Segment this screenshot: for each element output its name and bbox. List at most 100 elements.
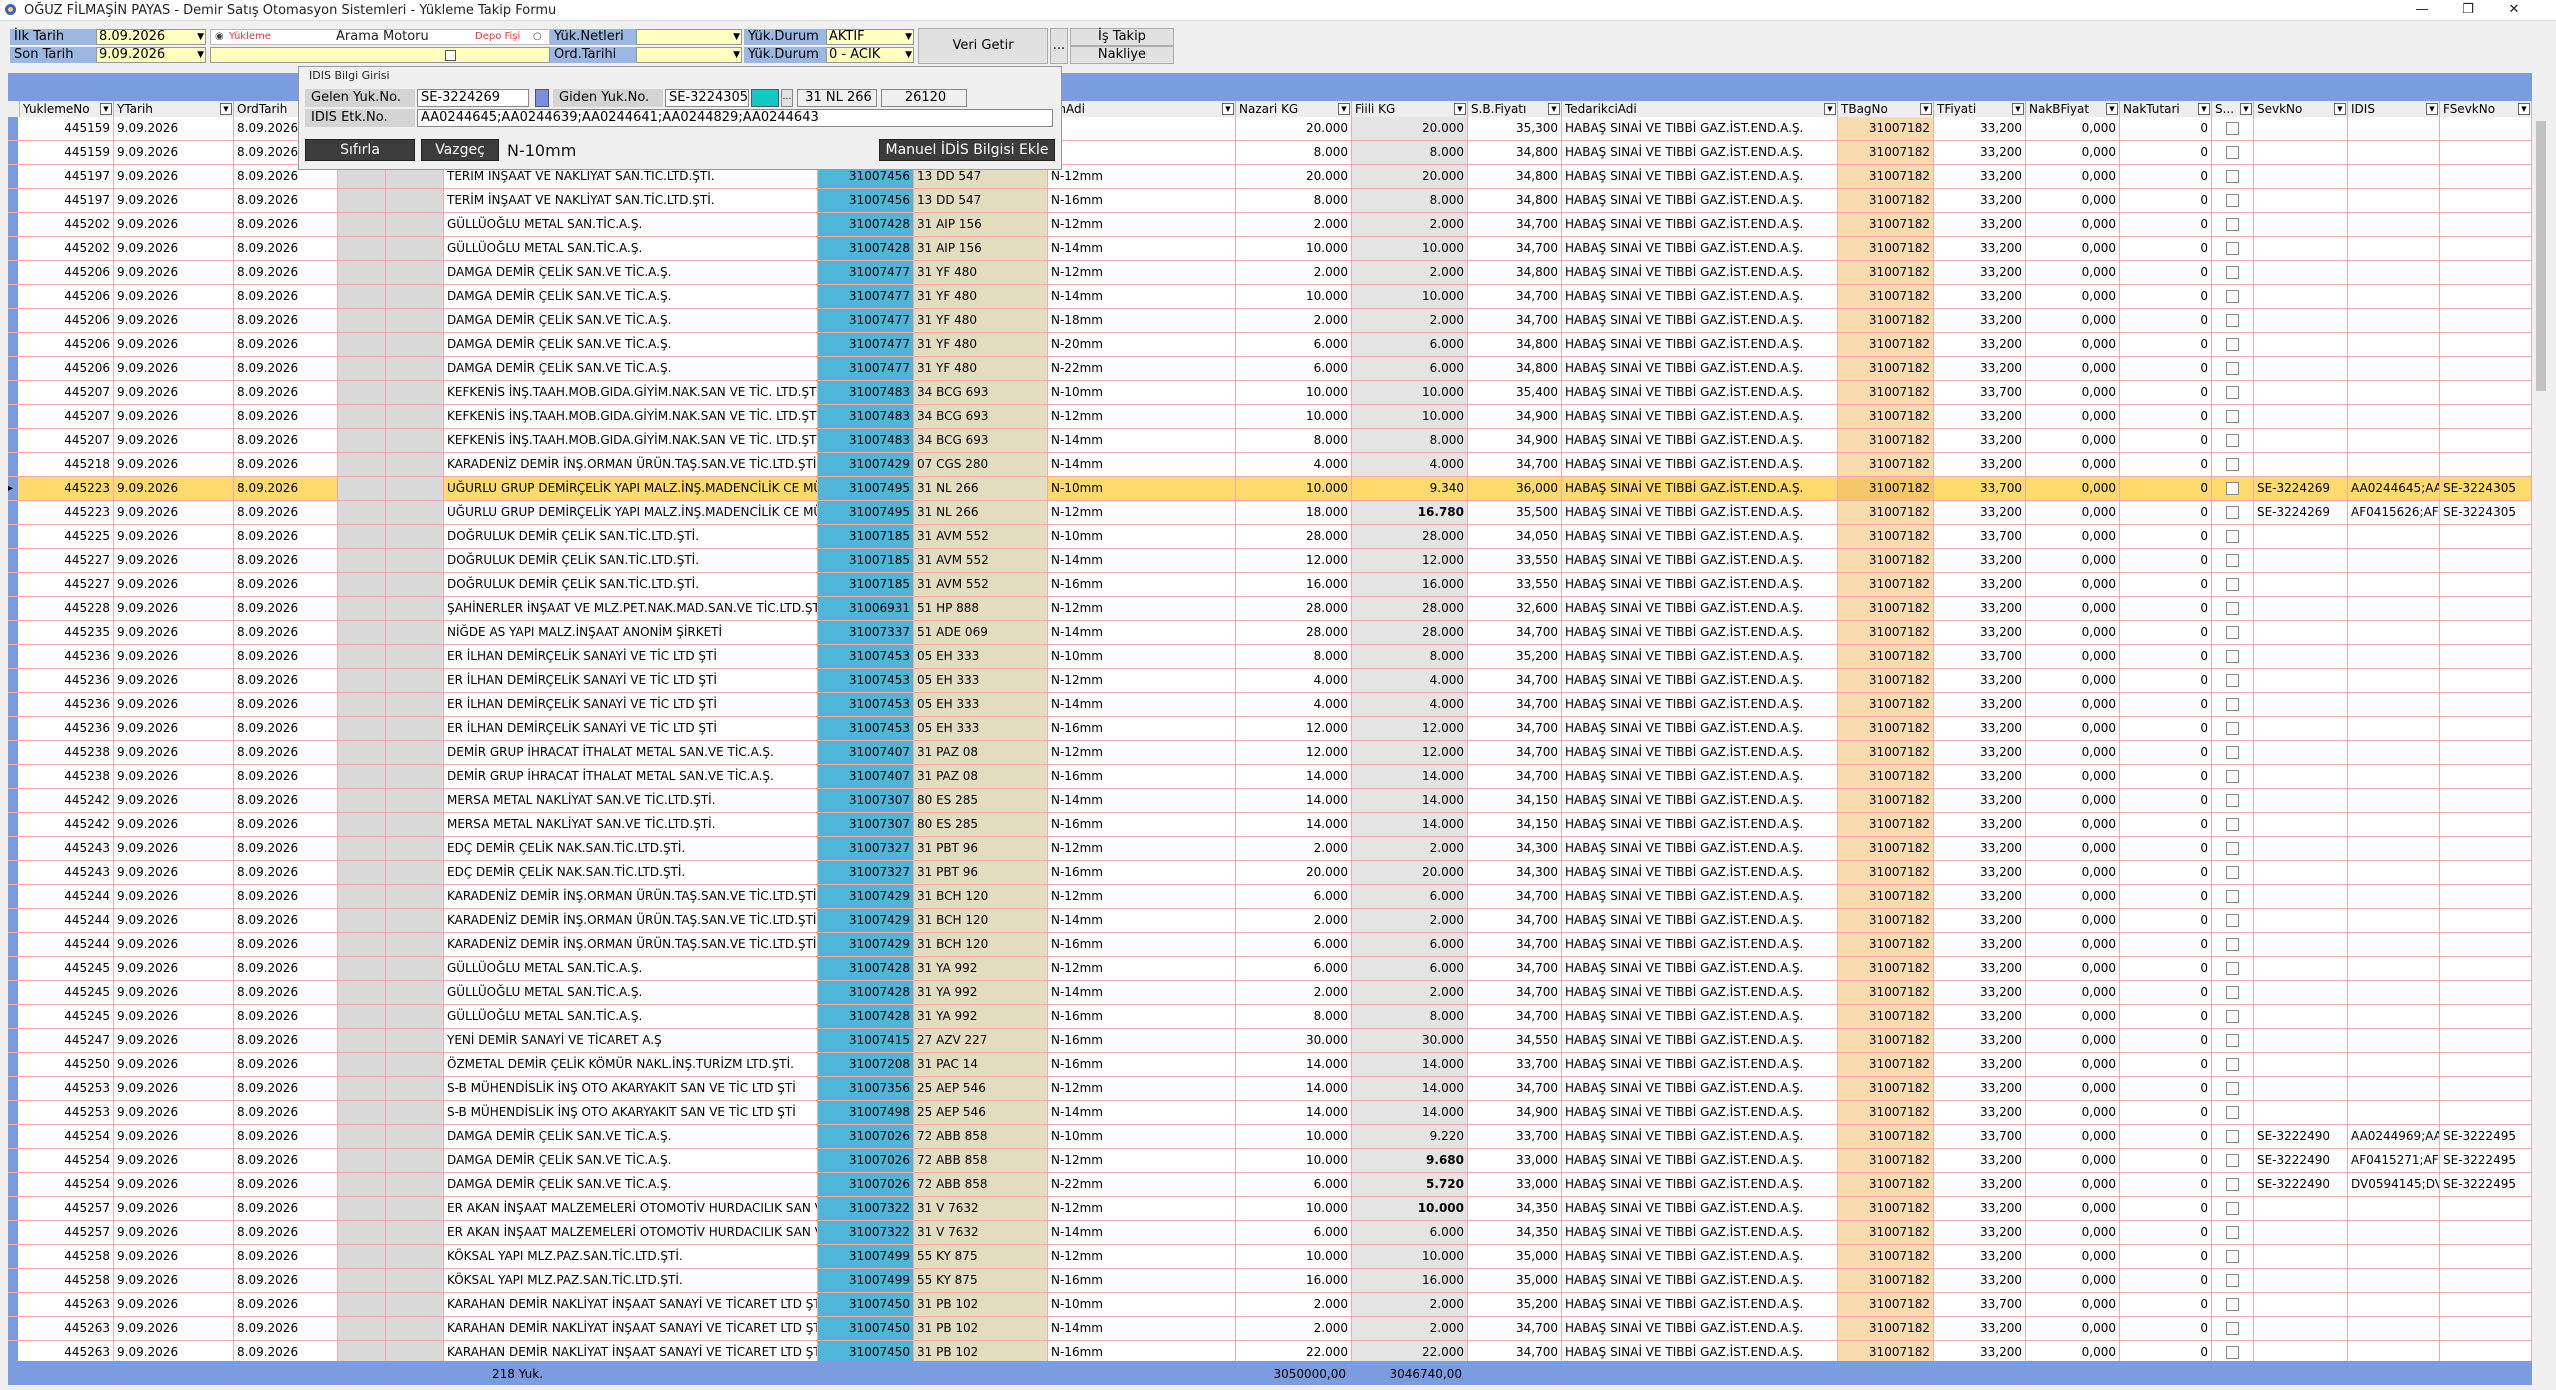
cell-sb-fiyat[interactable]: 34,700 (1468, 765, 1562, 788)
cell-sb-fiyat[interactable]: 34,800 (1468, 141, 1562, 164)
cell-sb-fiyat[interactable]: 34,150 (1468, 789, 1562, 812)
cell-plaka[interactable]: 31 PAC 14 (914, 1053, 1048, 1076)
cell-tfiyat[interactable]: 33,200 (1934, 837, 2026, 860)
cell-siparis[interactable]: 31007026 (818, 1149, 914, 1172)
row-checkbox[interactable] (2226, 1298, 2239, 1311)
cell-plaka[interactable]: 31 BCH 120 (914, 885, 1048, 908)
row-indicator[interactable] (8, 1221, 18, 1244)
cell-siparis[interactable]: 31007185 (818, 573, 914, 596)
table-row[interactable]: 445206 9.09.2026 8.09.2026 DAMGA DEMİR ÇELİ… (8, 261, 2532, 285)
cell-siparis[interactable]: 31007428 (818, 1005, 914, 1028)
cell-yukleme-no[interactable]: 445227 (20, 573, 114, 596)
cell-s-check[interactable] (2212, 741, 2254, 764)
row-checkbox[interactable] (2226, 506, 2239, 519)
cell-fiili-kg[interactable]: 9.680 (1352, 1149, 1468, 1172)
cell-plaka[interactable]: 27 AZV 227 (914, 1029, 1048, 1052)
cell-col5[interactable] (386, 1005, 444, 1028)
cell-fsevk-no[interactable] (2440, 309, 2532, 332)
cell-musteri[interactable]: KARAHAN DEMİR NAKLİYAT İNŞAAT SANAYİ VE … (444, 1293, 818, 1316)
cell-col4[interactable] (338, 1173, 386, 1196)
cell-musteri[interactable]: UĞURLU GRUP DEMİRÇELİK YAPI MALZ.İNŞ.MAD… (444, 477, 818, 500)
cell-tedarikci[interactable]: HABAŞ SINAİ VE TIBBİ GAZ.İST.END.A.Ş. (1562, 981, 1838, 1004)
cell-sevk-no[interactable] (2254, 1293, 2348, 1316)
cell-urun[interactable]: N-16mm (1048, 1269, 1236, 1292)
cell-sb-fiyat[interactable]: 35,200 (1468, 645, 1562, 668)
cell-col4[interactable] (338, 957, 386, 980)
filter-icon[interactable]: ▼ (1222, 103, 1234, 115)
cell-ord-tarih[interactable]: 8.09.2026 (234, 285, 338, 308)
cell-tfiyat[interactable]: 33,200 (1934, 357, 2026, 380)
row-indicator[interactable] (8, 981, 18, 1004)
table-row[interactable]: 445243 9.09.2026 8.09.2026 EDÇ DEMİR ÇELİK … (8, 861, 2532, 885)
cell-ytarih[interactable]: 9.09.2026 (114, 981, 234, 1004)
table-row[interactable]: 445197 9.09.2026 8.09.2026 TERİM İNŞAAT VE … (8, 189, 2532, 213)
cell-ord-tarih[interactable]: 8.09.2026 (234, 621, 338, 644)
table-row[interactable]: 445245 9.09.2026 8.09.2026 GÜLLÜOĞLU METAL … (8, 1005, 2532, 1029)
cell-fsevk-no[interactable] (2440, 1293, 2532, 1316)
cell-fiili-kg[interactable]: 4.000 (1352, 693, 1468, 716)
cell-musteri[interactable]: ER İLHAN DEMİRÇELİK SANAYİ VE TİC LTD ŞT… (444, 693, 818, 716)
cell-nakb-fiyat[interactable]: 0,000 (2026, 837, 2120, 860)
cell-tfiyat[interactable]: 33,200 (1934, 1197, 2026, 1220)
cell-sb-fiyat[interactable]: 34,800 (1468, 333, 1562, 356)
cell-musteri[interactable]: KÖKSAL YAPI MLZ.PAZ.SAN.TİC.LTD.ŞTİ. (444, 1269, 818, 1292)
cell-siparis[interactable]: 31007483 (818, 405, 914, 428)
row-checkbox[interactable] (2226, 890, 2239, 903)
row-indicator[interactable] (8, 1077, 18, 1100)
table-row[interactable]: 445202 9.09.2026 8.09.2026 GÜLLÜOĞLU METAL … (8, 213, 2532, 237)
cell-s-check[interactable] (2212, 693, 2254, 716)
cell-urun[interactable]: N-16mm (1048, 1029, 1236, 1052)
cell-tedarikci[interactable]: HABAŞ SINAİ VE TIBBİ GAZ.İST.END.A.Ş. (1562, 1173, 1838, 1196)
cell-nazari-kg[interactable]: 4.000 (1236, 693, 1352, 716)
cell-col4[interactable] (338, 1269, 386, 1292)
giden-more-button[interactable]: … (781, 89, 793, 107)
row-checkbox[interactable] (2226, 866, 2239, 879)
yuk-durum2-select[interactable]: 0 - ACIK ▼ (826, 47, 914, 63)
cell-ord-tarih[interactable]: 8.09.2026 (234, 1005, 338, 1028)
cell-fiili-kg[interactable]: 8.000 (1352, 141, 1468, 164)
row-checkbox[interactable] (2226, 266, 2239, 279)
cell-ord-tarih[interactable]: 8.09.2026 (234, 765, 338, 788)
cell-sevk-no[interactable] (2254, 573, 2348, 596)
cell-nak-tutari[interactable]: 0 (2120, 453, 2212, 476)
cell-nak-tutari[interactable]: 0 (2120, 837, 2212, 860)
cell-ytarih[interactable]: 9.09.2026 (114, 165, 234, 188)
row-checkbox[interactable] (2226, 842, 2239, 855)
cell-plaka[interactable]: 31 YF 480 (914, 261, 1048, 284)
cell-tedarikci[interactable]: HABAŞ SINAİ VE TIBBİ GAZ.İST.END.A.Ş. (1562, 333, 1838, 356)
cell-nak-tutari[interactable]: 0 (2120, 717, 2212, 740)
cell-urun[interactable]: N-14mm (1048, 909, 1236, 932)
cell-fsevk-no[interactable]: SE-3222495 (2440, 1125, 2532, 1148)
cell-nakb-fiyat[interactable]: 0,000 (2026, 381, 2120, 404)
cell-yukleme-no[interactable]: 445263 (20, 1293, 114, 1316)
cell-plaka[interactable]: 80 ES 285 (914, 789, 1048, 812)
cell-siparis[interactable]: 31007456 (818, 189, 914, 212)
cell-nak-tutari[interactable]: 0 (2120, 933, 2212, 956)
cell-plaka[interactable]: 07 CGS 280 (914, 453, 1048, 476)
cell-musteri[interactable]: KARADENİZ DEMİR İNŞ.ORMAN ÜRÜN.TAŞ.SAN.V… (444, 933, 818, 956)
giden-lookup-button[interactable] (751, 89, 779, 107)
cell-col4[interactable] (338, 525, 386, 548)
cell-fsevk-no[interactable] (2440, 381, 2532, 404)
cell-fsevk-no[interactable] (2440, 525, 2532, 548)
cell-sevk-no[interactable] (2254, 1053, 2348, 1076)
cell-nakb-fiyat[interactable]: 0,000 (2026, 669, 2120, 692)
cell-col4[interactable] (338, 1317, 386, 1340)
cell-fsevk-no[interactable] (2440, 549, 2532, 572)
cell-yukleme-no[interactable]: 445236 (20, 693, 114, 716)
cell-idis[interactable] (2348, 309, 2440, 332)
cell-urun[interactable]: N-14mm (1048, 453, 1236, 476)
cell-tbag-no[interactable]: 31007182 (1838, 285, 1934, 308)
cell-ord-tarih[interactable]: 8.09.2026 (234, 549, 338, 572)
cell-sevk-no[interactable] (2254, 813, 2348, 836)
cell-musteri[interactable]: DAMGA DEMİR ÇELİK SAN.VE TİC.A.Ş. (444, 261, 818, 284)
cell-ord-tarih[interactable]: 8.09.2026 (234, 837, 338, 860)
cell-musteri[interactable]: KARAHAN DEMİR NAKLİYAT İNŞAAT SANAYİ VE … (444, 1341, 818, 1361)
cell-col4[interactable] (338, 1125, 386, 1148)
cell-ord-tarih[interactable]: 8.09.2026 (234, 381, 338, 404)
cell-ytarih[interactable]: 9.09.2026 (114, 237, 234, 260)
cell-siparis[interactable]: 31007337 (818, 621, 914, 644)
cell-col5[interactable] (386, 525, 444, 548)
cell-col4[interactable] (338, 333, 386, 356)
cell-tfiyat[interactable]: 33,200 (1934, 1053, 2026, 1076)
